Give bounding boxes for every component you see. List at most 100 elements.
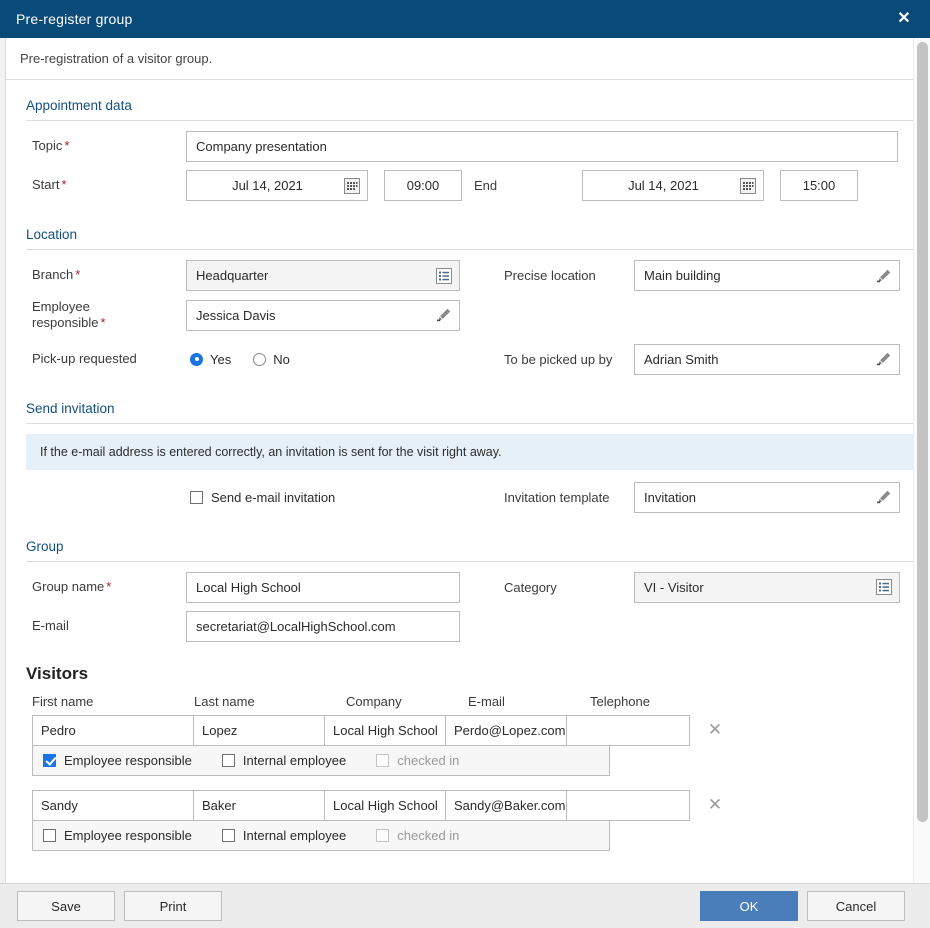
group-email-input[interactable]: secretariat@LocalHighSchool.com — [186, 610, 460, 642]
scrollbar-thumb[interactable] — [917, 42, 928, 822]
pencil-icon[interactable] — [876, 268, 892, 284]
visitor-employee-responsible-label: Employee responsible — [64, 827, 192, 843]
picked-up-by-input[interactable]: Adrian Smith — [634, 343, 900, 375]
visitor-internal-employee-label: Internal employee — [242, 752, 347, 768]
column-header-company: Company — [346, 693, 402, 709]
visitor-employee-responsible-checkbox[interactable]: Employee responsible — [43, 828, 192, 843]
label-pickup-requested: Pick-up requested — [32, 350, 137, 366]
field-row-pickup: Pick-up requested Yes No To be picked up… — [20, 343, 916, 375]
visitor-telephone-input[interactable] — [566, 789, 690, 821]
required-marker: * — [64, 138, 70, 154]
group-email-value: secretariat@LocalHighSchool.com — [196, 618, 396, 634]
print-button[interactable]: Print — [124, 891, 222, 921]
topic-input[interactable]: Company presentation — [186, 131, 898, 162]
dialog-body: Appointment data Topic * Company presenta… — [6, 80, 930, 883]
end-date-input[interactable]: Jul 14, 2021 — [582, 170, 764, 201]
category-value: VI - Visitor — [644, 579, 704, 595]
delete-visitor-button[interactable]: ✕ — [698, 795, 732, 815]
visitor-email-value: Sandy@Baker.com — [454, 797, 566, 813]
row-separator — [20, 776, 916, 790]
label-branch: Branch * — [20, 267, 186, 283]
group-name-input[interactable]: Local High School — [186, 571, 460, 603]
visitor-email-value: Perdo@Lopez.com — [454, 722, 566, 738]
employee-responsible-value: Jessica Davis — [196, 307, 276, 323]
visitor-email-input[interactable]: Perdo@Lopez.com — [445, 714, 567, 746]
visitor-internal-employee-checkbox[interactable]: Internal employee — [221, 827, 347, 843]
radio-no-indicator — [253, 352, 267, 366]
visitor-first-name-input[interactable]: Sandy — [32, 789, 194, 821]
dialog-title: Pre-register group — [16, 11, 133, 27]
table-row: Pedro Lopez Local High School Perdo@Lope… — [32, 714, 916, 746]
branch-picker[interactable]: Headquarter — [186, 260, 460, 291]
visitor-internal-employee-label: Internal employee — [242, 827, 347, 843]
label-employee-line1: Employee — [32, 299, 90, 314]
topic-value: Company presentation — [196, 139, 327, 154]
list-picker-icon[interactable] — [435, 267, 453, 285]
section-divider — [26, 560, 916, 562]
pencil-icon[interactable] — [876, 489, 892, 505]
required-marker: * — [61, 177, 67, 193]
section-heading-send-invitation: Send invitation — [26, 400, 115, 416]
start-time-input[interactable]: 09:00 — [384, 170, 462, 201]
column-header-email: E-mail — [468, 693, 505, 709]
vertical-scrollbar[interactable] — [913, 38, 930, 883]
section-heading-group: Group — [26, 538, 64, 554]
pickup-radio-group: Yes No — [186, 352, 460, 367]
visitor-options-row: Employee responsible Internal employee c… — [32, 745, 610, 776]
pre-register-group-dialog: Pre-register group ✕ Pre-registration of… — [0, 0, 930, 928]
visitor-checked-in-label: checked in — [397, 752, 460, 768]
visitor-last-name-input[interactable]: Baker — [193, 789, 325, 821]
visitor-last-name-input[interactable]: Lopez — [193, 714, 325, 746]
column-header-first-name: First name — [32, 693, 94, 709]
list-picker-icon[interactable] — [875, 578, 893, 596]
visitor-company-input[interactable]: Local High School — [324, 714, 446, 746]
cancel-button[interactable]: Cancel — [807, 891, 905, 921]
checkbox-indicator — [221, 828, 235, 842]
invitation-info-banner: If the e-mail address is entered correct… — [26, 433, 916, 470]
section-heading-location: Location — [26, 227, 78, 242]
label-precise-location: Precise location — [504, 268, 596, 283]
visitor-telephone-input[interactable] — [566, 714, 690, 746]
label-picked-up-by: To be picked up by — [504, 351, 613, 367]
calendar-icon[interactable] — [739, 177, 757, 195]
end-time-input[interactable]: 15:00 — [780, 170, 858, 201]
field-row-branch: Branch * Headquarter Precise location Mai… — [20, 260, 916, 291]
close-icon[interactable]: ✕ — [892, 7, 916, 31]
pickup-no-label: No — [273, 351, 290, 367]
label-employee-line2: responsible — [32, 315, 99, 331]
save-button[interactable]: Save — [17, 891, 115, 921]
branch-value: Headquarter — [196, 268, 269, 283]
precise-location-input[interactable]: Main building — [634, 260, 900, 291]
label-employee-responsible: Employee responsible * — [20, 299, 186, 332]
checkbox-indicator — [221, 753, 235, 767]
field-row-topic: Topic * Company presentation — [20, 131, 916, 162]
ok-button[interactable]: OK — [700, 891, 798, 921]
calendar-icon[interactable] — [343, 177, 361, 195]
start-time-value: 09:00 — [406, 178, 440, 193]
send-email-invitation-checkbox[interactable]: Send e-mail invitation — [190, 490, 460, 505]
visitor-company-input[interactable]: Local High School — [324, 789, 446, 821]
category-picker[interactable]: VI - Visitor — [634, 571, 900, 603]
visitor-email-input[interactable]: Sandy@Baker.com — [445, 789, 567, 821]
visitor-checked-in-checkbox: checked in — [376, 828, 459, 843]
visitor-last-name-value: Baker — [202, 797, 236, 813]
table-row: Sandy Baker Local High School Sandy@Bake… — [32, 789, 916, 821]
pickup-yes-label: Yes — [210, 351, 232, 367]
visitor-employee-responsible-label: Employee responsible — [64, 752, 192, 768]
pencil-icon[interactable] — [876, 351, 892, 367]
delete-visitor-button[interactable]: ✕ — [698, 720, 732, 740]
field-row-start-end: Start * Jul 14, 2021 09:00 End Jul 14, 20… — [20, 170, 916, 201]
label-start-text: Start — [32, 177, 60, 193]
pickup-radio-no[interactable]: No — [253, 352, 290, 367]
start-date-value: Jul 14, 2021 — [232, 178, 303, 193]
column-header-last-name: Last name — [194, 693, 255, 709]
pencil-icon[interactable] — [436, 307, 452, 323]
invitation-template-input[interactable]: Invitation — [634, 481, 900, 513]
pickup-radio-yes[interactable]: Yes — [190, 352, 231, 367]
field-row-employee-responsible: Employee responsible * Jessica Davis — [20, 299, 916, 332]
start-date-input[interactable]: Jul 14, 2021 — [186, 170, 368, 201]
visitor-first-name-input[interactable]: Pedro — [32, 714, 194, 746]
visitor-employee-responsible-checkbox[interactable]: Employee responsible — [43, 753, 192, 768]
employee-responsible-input[interactable]: Jessica Davis — [186, 299, 460, 331]
visitor-internal-employee-checkbox[interactable]: Internal employee — [221, 752, 347, 768]
